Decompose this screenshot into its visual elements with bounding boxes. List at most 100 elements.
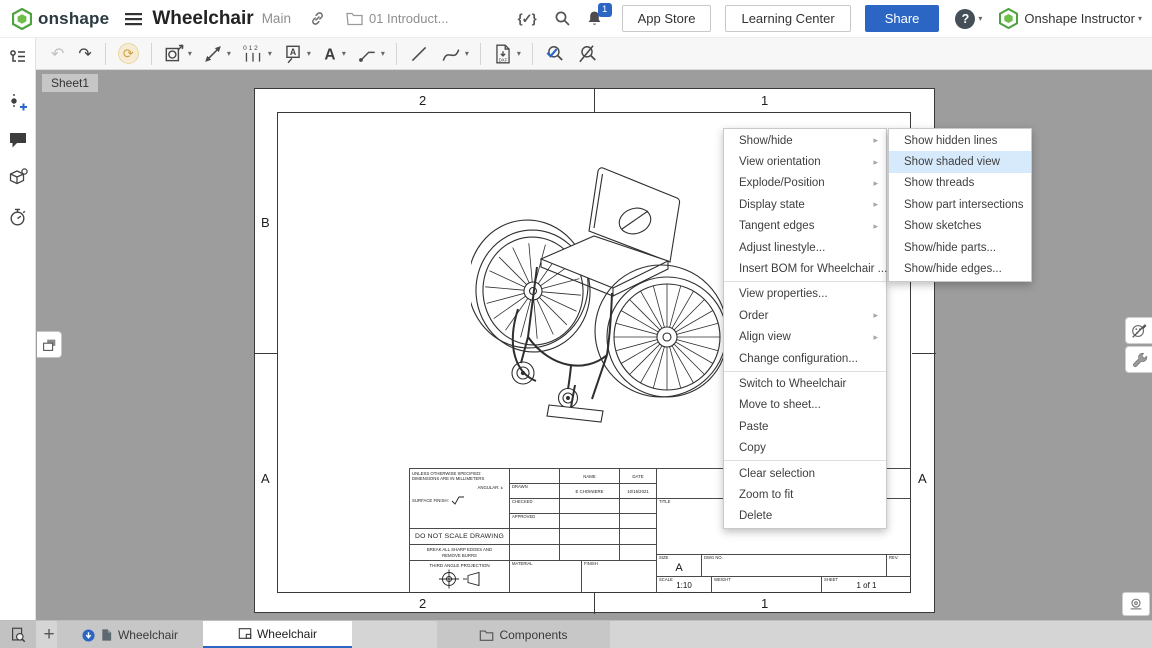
submenu-item-show-sketches[interactable]: Show sketches: [889, 216, 1031, 237]
chevron-down-icon: ▾: [227, 49, 231, 58]
tb-empty-cell: [559, 528, 619, 544]
submenu-item-show-hide-edges[interactable]: Show/hide edges...: [889, 258, 1031, 279]
chevron-down-icon: ▾: [307, 49, 311, 58]
sheets-panel-toggle[interactable]: [37, 331, 62, 358]
date-header-cell: DATE: [619, 468, 656, 483]
zone-label: 1: [761, 93, 768, 108]
menu-item-switch-to-wheelchair[interactable]: Switch to Wheelchair: [724, 373, 886, 394]
menu-item-zoom-to-fit[interactable]: Zoom to fit: [724, 484, 886, 505]
callout-leader-button[interactable]: ▾: [353, 43, 388, 65]
tab-wheelchair-assembly[interactable]: Wheelchair: [57, 621, 203, 648]
submenu-item-show-threads[interactable]: Show threads: [889, 173, 1031, 194]
tb-empty-cell: [559, 498, 619, 513]
spline-tool-button[interactable]: ▾: [437, 43, 472, 65]
submenu-arrow-icon: ▸: [873, 199, 878, 210]
zone-label: A: [918, 471, 927, 486]
submenu-item-show-part-intersections[interactable]: Show part intersections: [889, 194, 1031, 215]
menu-item-align-view[interactable]: Align view▸: [724, 327, 886, 348]
scale-cell: SCALE 1:10: [656, 576, 711, 593]
feature-list-icon[interactable]: [8, 47, 28, 72]
notifications-bell-icon[interactable]: 1: [586, 10, 603, 28]
menu-item-explode-position[interactable]: Explode/Position▸: [724, 173, 886, 194]
user-account-menu[interactable]: Onshape Instructor ▾: [999, 8, 1142, 29]
menu-item-display-state[interactable]: Display state▸: [724, 194, 886, 215]
sheet-properties-button[interactable]: [1122, 592, 1150, 616]
surface-finish-label: SURFACE FINISH:: [412, 498, 449, 503]
tab-wheelchair-drawing[interactable]: Wheelchair: [203, 621, 352, 648]
search-icon[interactable]: [554, 10, 571, 27]
onshape-app-window: onshape Wheelchair Main 01 Introduct... …: [0, 0, 1152, 648]
tab-search-icon: [9, 626, 27, 644]
assembly-doc-icon: [100, 628, 113, 642]
chevron-down-icon: ▾: [268, 49, 272, 58]
follow-mode-icon[interactable]: [7, 167, 29, 194]
menu-item-tangent-edges[interactable]: Tangent edges▸: [724, 216, 886, 237]
undo-button[interactable]: ↶: [46, 44, 69, 64]
tb-empty-cell: [509, 544, 559, 560]
wrench-icon: [1130, 351, 1148, 369]
menu-item-move-to-sheet[interactable]: Move to sheet...: [724, 395, 886, 416]
menu-item-adjust-linestyle[interactable]: Adjust linestyle...: [724, 237, 886, 258]
app-store-button[interactable]: App Store: [622, 5, 712, 32]
submenu-item-show-hide-parts[interactable]: Show/hide parts...: [889, 237, 1031, 258]
ordinate-dimension-button[interactable]: 0 1 2 ▾: [238, 43, 275, 65]
measure-off-button[interactable]: [573, 43, 601, 65]
tb-empty-cell: [559, 513, 619, 528]
user-name: Onshape Instructor: [1024, 11, 1135, 26]
help-menu[interactable]: ? ▾: [955, 9, 982, 29]
menu-item-change-configuration[interactable]: Change configuration...: [724, 348, 886, 369]
measure-check-button[interactable]: [541, 43, 569, 65]
share-button[interactable]: Share: [865, 5, 940, 32]
zone-label: B: [261, 215, 270, 230]
tools-panel-toggle[interactable]: [1125, 346, 1152, 373]
update-views-button[interactable]: ⟳: [118, 43, 139, 64]
zone-label: A: [261, 471, 270, 486]
wheelchair-drawing-view[interactable]: [471, 141, 731, 431]
submenu-item-show-shaded-view[interactable]: Show shaded view: [889, 151, 1031, 172]
comments-icon[interactable]: [8, 131, 28, 155]
versions-add-icon[interactable]: [7, 92, 29, 119]
learning-center-button[interactable]: Learning Center: [725, 5, 850, 32]
menu-item-insert-bom[interactable]: Insert BOM for Wheelchair ...: [724, 258, 886, 279]
tb-empty-cell: [509, 468, 559, 483]
redo-button[interactable]: ↷: [73, 44, 96, 64]
menu-item-view-properties[interactable]: View properties...: [724, 284, 886, 305]
bottom-tab-bar: + Wheelchair Wheelchair Components: [0, 620, 1152, 648]
tb-empty-cell: [619, 498, 656, 513]
menu-item-copy[interactable]: Copy: [724, 437, 886, 458]
document-menu-icon[interactable]: [125, 12, 142, 26]
note-button[interactable]: A ▾: [279, 43, 314, 65]
menu-item-order[interactable]: Order▸: [724, 305, 886, 326]
palette-off-icon: [1130, 322, 1148, 340]
user-org-logo-icon: [999, 8, 1018, 29]
size-cell: SIZE A: [656, 554, 701, 576]
submenu-arrow-icon: ▸: [873, 135, 878, 146]
text-button[interactable]: A ▾: [318, 43, 349, 65]
submenu-item-show-hidden-lines[interactable]: Show hidden lines: [889, 130, 1031, 151]
featurescript-icon[interactable]: {✓}: [518, 11, 536, 27]
search-tabs-button[interactable]: [0, 621, 36, 648]
dwg-no-cell: DWG NO.: [701, 554, 886, 576]
menu-item-show-hide[interactable]: Show/hide▸: [724, 130, 886, 151]
insert-view-button[interactable]: ▾: [160, 43, 195, 65]
export-dxf-button[interactable]: DXF ▾: [489, 43, 524, 65]
document-location[interactable]: 01 Introduct...: [346, 11, 449, 26]
angular-tolerance: ANGULAR: ±: [410, 481, 509, 490]
menu-item-view-orientation[interactable]: View orientation▸: [724, 151, 886, 172]
dimension-button[interactable]: ▾: [199, 43, 234, 65]
appearance-panel-toggle[interactable]: [1125, 317, 1152, 344]
menu-divider: [724, 460, 886, 461]
share-link-icon[interactable]: [309, 10, 326, 27]
drawn-label-cell: DRAWN: [509, 483, 559, 498]
menu-item-paste[interactable]: Paste: [724, 416, 886, 437]
sheet-tab-chip[interactable]: Sheet1: [42, 74, 98, 92]
tab-components-folder[interactable]: Components: [437, 621, 610, 648]
menu-item-delete[interactable]: Delete: [724, 506, 886, 527]
menu-item-clear-selection[interactable]: Clear selection: [724, 463, 886, 484]
history-timer-icon[interactable]: [7, 206, 28, 233]
approved-label-cell: APPROVED: [509, 513, 559, 528]
zone-tick: [594, 89, 595, 112]
menu-divider: [724, 371, 886, 372]
workspace-name[interactable]: Main: [262, 11, 291, 26]
line-tool-button[interactable]: [405, 43, 433, 65]
